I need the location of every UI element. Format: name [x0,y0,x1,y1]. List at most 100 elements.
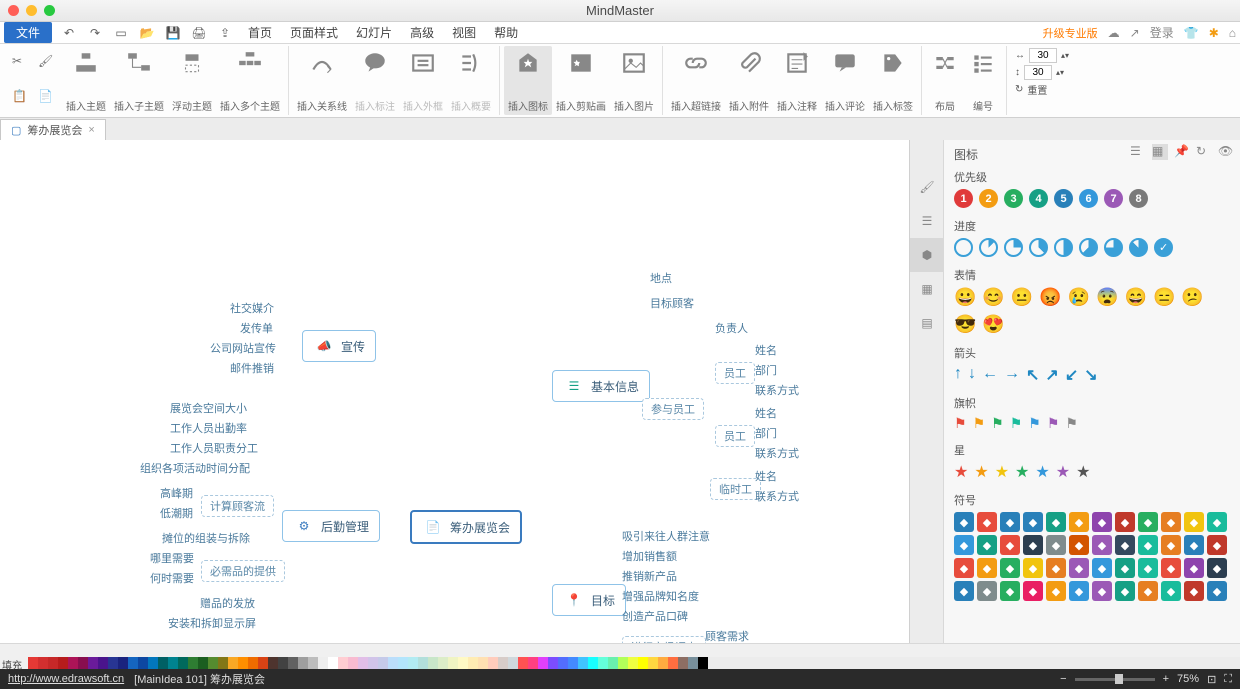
node-goal[interactable]: 📍目标 [552,584,626,616]
progress-2[interactable] [1004,238,1023,257]
symbol-item[interactable]: ◆ [1000,535,1020,555]
color-swatch[interactable] [28,657,38,669]
symbol-item[interactable]: ◆ [1092,512,1112,532]
star-icon[interactable]: ★ [954,462,968,482]
node-survey[interactable]: 进行市场调查 [622,636,706,643]
symbol-item[interactable]: ◆ [954,581,974,601]
open-icon[interactable]: 📂 [138,25,156,41]
reset-icon[interactable]: ↻ [1015,84,1023,95]
emoji-item[interactable]: 😊 [982,287,1004,308]
emoji-item[interactable]: 😀 [954,287,976,308]
symbol-item[interactable]: ◆ [1161,535,1181,555]
symbol-item[interactable]: ◆ [1069,558,1089,578]
maximize-window[interactable] [44,5,55,16]
side-tab-brush[interactable]: 🖌 [910,170,944,204]
color-swatch[interactable] [468,657,478,669]
color-swatch[interactable] [518,657,528,669]
side-tab-clipart[interactable]: ▦ [910,272,944,306]
insert-callout-button[interactable]: 插入标注 [351,46,399,115]
color-swatch[interactable] [608,657,618,669]
star-icon[interactable]: ★ [974,462,988,482]
leaf[interactable]: 地点 [650,270,672,286]
priority-8[interactable]: 8 [1129,189,1148,208]
symbol-item[interactable]: ◆ [1207,581,1227,601]
new-icon[interactable]: ▭ [112,25,130,41]
symbol-item[interactable]: ◆ [1023,512,1043,532]
node-emp1[interactable]: 员工 [715,362,755,384]
color-swatch[interactable] [178,657,188,669]
grid-view-icon[interactable]: ▦ [1152,144,1168,160]
color-swatch[interactable] [568,657,578,669]
color-swatch[interactable] [288,657,298,669]
priority-5[interactable]: 5 [1054,189,1073,208]
fit-icon[interactable]: ⊡ [1207,673,1216,686]
color-swatch[interactable] [578,657,588,669]
star-icon[interactable]: ★ [1015,462,1029,482]
leaf[interactable]: 公司网站宣传 [210,340,276,356]
menu-advanced[interactable]: 高级 [410,24,434,41]
leaf[interactable]: 部门 [755,425,777,441]
leaf[interactable]: 邮件推销 [230,360,274,376]
color-swatch[interactable] [508,657,518,669]
emoji-item[interactable]: 😢 [1068,287,1090,308]
node-promo[interactable]: 📣宣传 [302,330,376,362]
color-swatch[interactable] [408,657,418,669]
color-swatch[interactable] [258,657,268,669]
color-swatch[interactable] [318,657,328,669]
symbol-item[interactable]: ◆ [1184,581,1204,601]
node-basic[interactable]: ☰基本信息 [552,370,650,402]
menu-page-style[interactable]: 页面样式 [290,24,338,41]
side-tab-list[interactable]: ☰ [910,204,944,238]
flag-icon[interactable]: ⚑ [1028,415,1041,432]
symbol-item[interactable]: ◆ [1046,581,1066,601]
color-swatch[interactable] [398,657,408,669]
node-calc[interactable]: 计算顾客流 [201,495,274,517]
emoji-item[interactable]: 😎 [954,314,976,335]
leaf[interactable]: 发传单 [240,320,273,336]
symbol-item[interactable]: ◆ [954,558,974,578]
share-icon[interactable]: ↗ [1130,26,1140,40]
color-swatch[interactable] [648,657,658,669]
node-temp[interactable]: 临时工 [710,478,761,500]
color-swatch[interactable] [528,657,538,669]
minimize-window[interactable] [26,5,37,16]
color-swatch[interactable] [148,657,158,669]
symbol-item[interactable]: ◆ [1092,558,1112,578]
leaf[interactable]: 姓名 [755,342,777,358]
url-link[interactable]: http://www.edrawsoft.cn [8,673,124,685]
color-swatch[interactable] [418,657,428,669]
color-swatch[interactable] [668,657,678,669]
color-swatch[interactable] [68,657,78,669]
color-swatch[interactable] [298,657,308,669]
symbol-item[interactable]: ◆ [1207,558,1227,578]
symbol-item[interactable]: ◆ [1092,535,1112,555]
cloud-icon[interactable]: ☁ [1108,26,1120,40]
star-icon[interactable]: ★ [1035,462,1049,482]
insert-comment-button[interactable]: 插入评论 [821,46,869,115]
flag-icon[interactable]: ⚑ [954,415,967,432]
symbol-item[interactable]: ◆ [1092,581,1112,601]
leaf[interactable]: 联系方式 [755,382,799,398]
color-swatch[interactable] [168,657,178,669]
progress-0[interactable] [954,238,973,257]
layout-button[interactable]: 布局 [926,46,964,115]
color-swatch[interactable] [158,657,168,669]
color-swatch[interactable] [38,657,48,669]
symbol-item[interactable]: ◆ [977,512,997,532]
paste-icon[interactable]: 📄 [38,89,56,107]
insert-summary-button[interactable]: 插入概要 [447,46,500,115]
side-tab-calendar[interactable]: ▤ [910,306,944,340]
cut-icon[interactable]: ✂ [12,54,30,72]
leaf[interactable]: 摊位的组装与拆除 [162,530,250,546]
color-swatch[interactable] [308,657,318,669]
color-swatch[interactable] [278,657,288,669]
symbol-item[interactable]: ◆ [1046,535,1066,555]
color-swatch[interactable] [108,657,118,669]
flag-icon[interactable]: ⚑ [1047,415,1060,432]
insert-subtopic-button[interactable]: 插入子主题 [110,46,168,115]
symbol-item[interactable]: ◆ [954,512,974,532]
color-swatch[interactable] [88,657,98,669]
arrow-icon[interactable]: ↓ [968,365,976,385]
symbol-item[interactable]: ◆ [1138,535,1158,555]
priority-4[interactable]: 4 [1029,189,1048,208]
